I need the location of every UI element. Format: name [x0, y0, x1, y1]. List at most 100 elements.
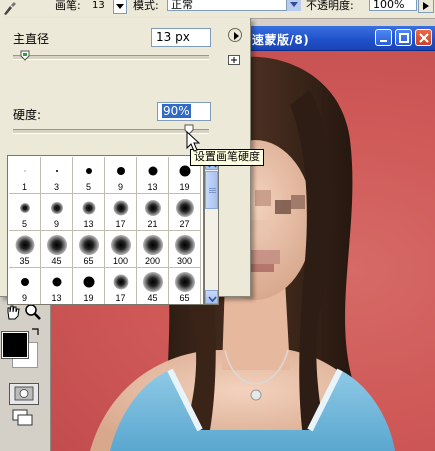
hardness-slider-track[interactable]: [13, 129, 209, 134]
brush-preset-9-hard[interactable]: 9: [105, 157, 137, 194]
brush-tip-icon: [116, 167, 125, 175]
chevron-right-icon: [423, 2, 429, 10]
mode-dropdown-button[interactable]: [286, 0, 301, 11]
brush-preset-13-hard[interactable]: 13: [41, 268, 73, 304]
brush-preset-21-soft[interactable]: 21: [137, 194, 169, 231]
diameter-label: 主直径: [13, 32, 50, 46]
brush-preset-35-soft[interactable]: 35: [9, 231, 41, 268]
preset-scrollbar[interactable]: [204, 155, 219, 305]
mode-value: 正常: [171, 0, 193, 11]
brush-preset-100-soft[interactable]: 100: [105, 231, 137, 268]
brush-tip-icon: [46, 235, 67, 255]
brush-preset-3-hard[interactable]: 3: [41, 157, 73, 194]
brush-preset-65-soft[interactable]: 65: [73, 231, 105, 268]
chevron-down-icon: [290, 2, 298, 7]
brush-size-label: 21: [147, 219, 158, 229]
foreground-color-swatch[interactable]: [1, 331, 29, 359]
mouse-cursor-icon: [186, 131, 200, 152]
quick-mask-button[interactable]: [9, 383, 39, 405]
brush-picker-button[interactable]: [113, 0, 127, 14]
brush-preset-45-soft[interactable]: 45: [137, 268, 169, 304]
diameter-slider-track[interactable]: [13, 55, 209, 60]
brush-tip-icon: [142, 272, 163, 292]
brush-size-label: 45: [147, 293, 158, 303]
brush-size-label: 9: [53, 219, 59, 229]
opacity-value: 100%: [373, 0, 405, 11]
document-title-bar[interactable]: 速蒙版/8): [240, 26, 435, 51]
hardness-value: 90%: [162, 104, 191, 118]
brush-size-label: 65: [179, 293, 190, 303]
brush-preset-9-soft[interactable]: 9: [41, 194, 73, 231]
brush-preset-300-soft[interactable]: 300: [169, 231, 201, 268]
close-button[interactable]: [415, 29, 432, 46]
brush-tip-icon: [113, 274, 128, 290]
brush-tip-icon: [15, 235, 34, 255]
brush-size-label: 17: [115, 293, 126, 303]
brush-preset-grid: 1 3 5 9 13 19 5 9 13 17 21 27 35 45 65 100 200 300 9 13 19 17…: [7, 155, 204, 305]
close-icon: [419, 33, 429, 43]
brush-preset-9-hard[interactable]: 9: [9, 268, 41, 304]
brush-preset-65-soft[interactable]: 65: [169, 268, 201, 304]
diameter-slider-thumb[interactable]: [20, 50, 30, 61]
swap-colors-icon[interactable]: [30, 327, 40, 337]
brush-size-label: 100: [112, 256, 129, 266]
opacity-slider-button[interactable]: [418, 0, 434, 13]
opacity-input[interactable]: 100%: [369, 0, 417, 11]
scroll-down-button[interactable]: [205, 290, 218, 304]
brush-preset-27-soft[interactable]: 27: [169, 194, 201, 231]
brush-tip-icon: [20, 278, 29, 286]
brush-tip-icon: [179, 165, 190, 177]
brush-tip-icon: [174, 272, 195, 292]
brush-tip-icon: [142, 235, 163, 255]
brush-preset-5-soft[interactable]: 5: [9, 194, 41, 231]
chevron-down-icon: [208, 296, 217, 303]
brush-size-label: 19: [179, 182, 190, 192]
brush-preset-1-hard[interactable]: 1: [9, 157, 41, 194]
minimize-button[interactable]: [375, 29, 392, 46]
minimize-icon: [380, 40, 387, 42]
screen-mode-icon: [12, 409, 33, 426]
options-bar: 画笔: 13 模式: 正常 不透明度: 100%: [0, 0, 435, 19]
brush-tip-icon: [78, 235, 99, 255]
hardness-tooltip: 设置画笔硬度: [190, 149, 264, 166]
brush-tip-icon: [55, 170, 58, 172]
screen-mode-button[interactable]: [9, 408, 37, 428]
brush-tip-icon: [83, 276, 94, 288]
diameter-value: 13 px: [156, 30, 190, 44]
new-brush-preset-button[interactable]: [228, 55, 240, 65]
mode-select[interactable]: 正常: [167, 0, 300, 11]
hardness-input[interactable]: 90%: [157, 102, 211, 121]
brush-size-label: 1: [21, 182, 27, 192]
brush-preset-17-soft[interactable]: 17: [105, 194, 137, 231]
new-preset-icon: [228, 55, 240, 65]
brush-tip-icon: [85, 168, 92, 174]
brush-tip-icon: [24, 170, 25, 172]
maximize-button[interactable]: [395, 29, 412, 46]
brush-preset-200-soft[interactable]: 200: [137, 231, 169, 268]
brush-size-label: 27: [179, 219, 190, 229]
brush-tool-icon[interactable]: [2, 1, 17, 16]
brush-preset-13-hard[interactable]: 13: [137, 157, 169, 194]
hand-tool-icon[interactable]: [4, 303, 22, 321]
brush-preset-19-hard[interactable]: 19: [73, 268, 105, 304]
brush-tip-icon: [175, 199, 194, 217]
brush-preset-45-soft[interactable]: 45: [41, 231, 73, 268]
brush-size-label: 13: [147, 182, 158, 192]
brush-preset-5-hard[interactable]: 5: [73, 157, 105, 194]
toolbox: [0, 295, 51, 451]
diameter-input[interactable]: 13 px: [151, 28, 211, 47]
brush-tip-icon: [174, 235, 195, 255]
mode-label: 模式:: [133, 0, 159, 12]
brush-size-label: 9: [21, 293, 27, 303]
brush-size-label: 35: [19, 256, 30, 266]
zoom-tool-icon[interactable]: [24, 303, 42, 321]
brush-preset-13-soft[interactable]: 13: [73, 194, 105, 231]
hardness-label: 硬度:: [13, 108, 42, 122]
brush-tip-icon: [82, 201, 95, 215]
scroll-thumb[interactable]: [205, 171, 218, 209]
brush-menu-button[interactable]: [228, 28, 242, 42]
brush-size-label: 65: [83, 256, 94, 266]
brush-preset-17-soft[interactable]: 17: [105, 268, 137, 304]
brush-size-label: 5: [85, 182, 91, 192]
brush-tip-icon: [144, 200, 161, 216]
